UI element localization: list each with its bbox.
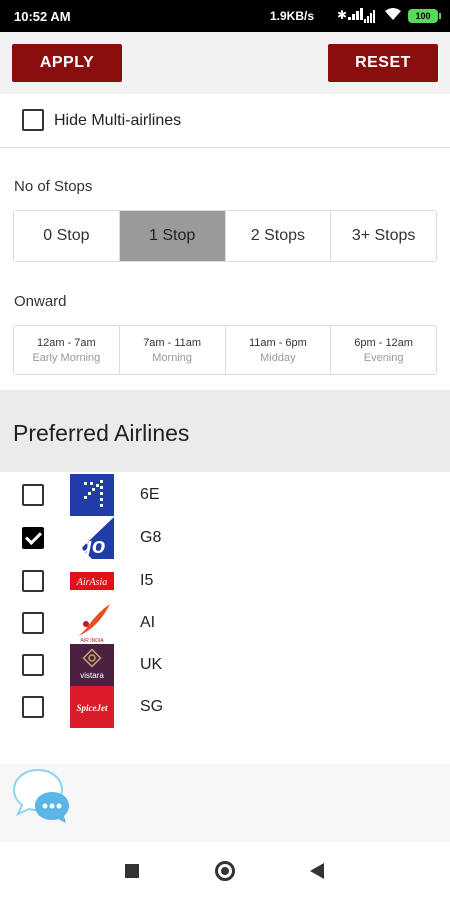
onward-label: Onward (14, 293, 67, 310)
airline-row-uk[interactable]: vistara UK (0, 644, 450, 686)
slot-time: 11am - 6pm (248, 336, 307, 349)
battery-level: 100 (415, 11, 431, 21)
slot-time: 12am - 7am (37, 336, 96, 349)
airasia-logo: AirAsia (70, 560, 114, 602)
action-bar: APPLY RESET (0, 32, 450, 94)
stop-option-1[interactable]: 1 Stop (119, 211, 226, 261)
airline-code-uk: UK (140, 656, 163, 673)
airline-row-g8[interactable]: go G8 (0, 517, 450, 559)
chat-area (0, 764, 450, 842)
stop-option-2[interactable]: 2 Stops (225, 211, 332, 261)
circle-icon[interactable] (215, 861, 235, 881)
reset-button[interactable]: RESET (328, 44, 438, 82)
stops-selector: 0 Stop 1 Stop 2 Stops 3+ Stops (13, 210, 437, 262)
stop-option-0[interactable]: 0 Stop (14, 211, 120, 261)
airline-row-sg[interactable]: SpiceJet SG (0, 686, 450, 728)
airline-code-6e: 6E (140, 486, 160, 503)
hide-multi-airlines-row[interactable]: Hide Multi-airlines (0, 94, 450, 148)
stops-label: No of Stops (14, 178, 93, 195)
spicejet-logo-text: SpiceJet (77, 703, 108, 713)
status-time: 10:52 AM (14, 9, 71, 24)
airline-code-i5: I5 (140, 572, 154, 589)
filter-screen: 10:52 AM 1.9KB/s ✱ 100 APPLY RESET Hide … (0, 0, 450, 900)
airline-checkbox-i5[interactable] (22, 570, 44, 592)
airasia-logo-text: AirAsia (76, 577, 108, 588)
chat-bubbles-icon[interactable] (12, 768, 72, 826)
airline-row-ai[interactable]: AIR INDIA AI (0, 602, 450, 644)
indigo-logo (70, 474, 114, 516)
vistara-logo: vistara (70, 644, 114, 686)
hide-multi-airlines-label: Hide Multi-airlines (54, 112, 182, 129)
airline-row-6e[interactable]: 6E (0, 474, 450, 516)
system-nav-bar (0, 842, 450, 900)
preferred-airlines-header: Preferred Airlines (0, 390, 450, 472)
wifi-icon (384, 7, 402, 24)
air-india-logo: AIR INDIA (70, 602, 114, 644)
slot-time: 6pm - 12am (354, 336, 413, 349)
goair-logo-text: go (78, 533, 106, 558)
onward-time-selector: 12am - 7am Early Morning 7am - 11am Morn… (13, 325, 437, 375)
airline-code-sg: SG (140, 698, 164, 715)
onward-slot-midday[interactable]: 11am - 6pm Midday (225, 326, 332, 374)
volte-icon (364, 9, 380, 25)
slot-name: Early Morning (32, 351, 101, 364)
onward-slot-morning[interactable]: 7am - 11am Morning (119, 326, 226, 374)
slot-time: 7am - 11am (143, 336, 202, 349)
battery-icon: 100 (408, 9, 441, 23)
airline-code-g8: G8 (140, 529, 162, 546)
network-speed: 1.9KB/s (270, 9, 315, 23)
status-bar: 10:52 AM 1.9KB/s ✱ 100 (0, 0, 450, 32)
preferred-airlines-title: Preferred Airlines (13, 420, 190, 446)
onward-slot-early-morning[interactable]: 12am - 7am Early Morning (14, 326, 120, 374)
bluetooth-icon: ✱ (337, 8, 348, 22)
airline-checkbox-ai[interactable] (22, 612, 44, 634)
slot-name: Evening (363, 351, 404, 364)
spicejet-logo: SpiceJet (70, 686, 114, 728)
apply-button[interactable]: APPLY (12, 44, 122, 82)
airline-checkbox-sg[interactable] (22, 696, 44, 718)
airline-checkbox-uk[interactable] (22, 654, 44, 676)
airline-row-i5[interactable]: AirAsia I5 (0, 560, 450, 602)
goair-logo: go (70, 517, 114, 559)
slot-name: Morning (152, 351, 192, 364)
airline-checkbox-g8[interactable] (22, 527, 44, 549)
stop-option-3[interactable]: 3+ Stops (331, 211, 436, 261)
airline-code-ai: AI (140, 614, 156, 631)
square-icon[interactable] (125, 864, 139, 878)
hide-multi-airlines-checkbox[interactable] (22, 109, 44, 131)
airline-checkbox-6e[interactable] (22, 484, 44, 506)
back-triangle-icon[interactable] (310, 863, 324, 879)
onward-slot-evening[interactable]: 6pm - 12am Evening (331, 326, 436, 374)
slot-name: Midday (260, 351, 296, 364)
vistara-logo-text: vistara (80, 671, 104, 680)
